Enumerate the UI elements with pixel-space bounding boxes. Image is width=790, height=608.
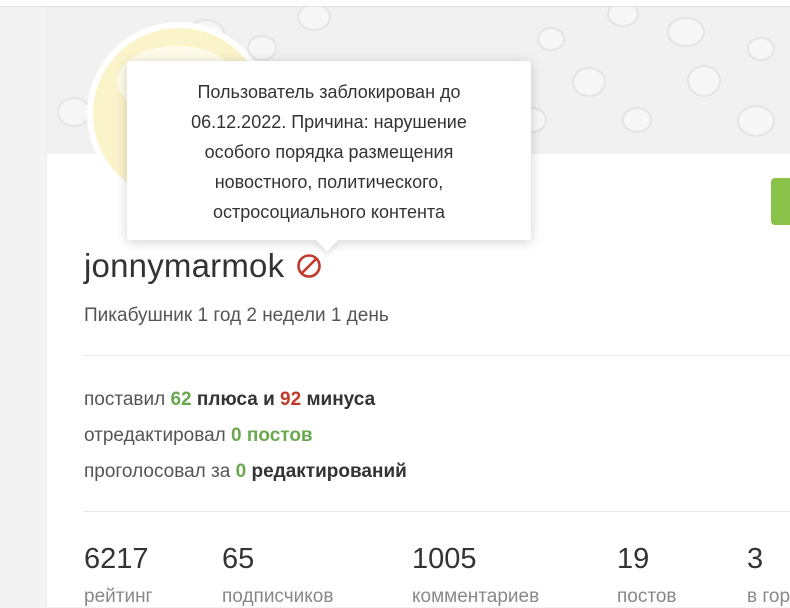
divider <box>84 355 790 356</box>
profile-card: Пользователь заблокирован до 06.12.2022.… <box>46 7 790 607</box>
ban-icon[interactable] <box>296 253 322 279</box>
edited-prefix: отредактировал <box>84 425 232 446</box>
username-row: jonnymarmok <box>84 246 322 286</box>
edited-posts-line: отредактировал 0 постов <box>84 425 313 447</box>
counter-value: 19 <box>617 543 650 575</box>
edited-label[interactable]: постов <box>242 425 313 446</box>
minus-count: 92 <box>280 389 302 410</box>
cover-pattern-shape <box>57 97 91 127</box>
member-since: Пикабушник 1 год 2 недели 1 день <box>84 305 389 326</box>
counter-rating[interactable]: 6217 рейтинг <box>84 542 153 608</box>
votes-prefix: поставил <box>84 389 171 410</box>
plus-count: 62 <box>170 389 192 410</box>
ban-tooltip-line: остросоциального контента <box>213 202 445 222</box>
voted-count: 0 <box>235 461 247 482</box>
edited-count: 0 <box>231 425 242 446</box>
counter-subscribers[interactable]: 65 подписчиков <box>222 542 333 608</box>
subscribe-button[interactable] <box>771 178 790 225</box>
ban-tooltip-line: особого порядка размещения <box>204 142 454 162</box>
divider <box>84 511 790 512</box>
and-word: и <box>257 389 281 410</box>
counter-value: 1005 <box>412 543 477 575</box>
ban-tooltip-line: Пользователь заблокирован до <box>197 82 461 102</box>
counter-label: постов <box>617 586 677 607</box>
ban-tooltip: Пользователь заблокирован до 06.12.2022.… <box>127 61 531 252</box>
cover-pattern-shape <box>667 17 705 47</box>
ban-tooltip-line: новостного, политического, <box>214 172 444 192</box>
counter-value: 6217 <box>84 543 149 575</box>
cover-pattern-shape <box>572 67 606 97</box>
counter-value: 65 <box>222 543 255 575</box>
voted-label: редактирований <box>246 461 407 482</box>
voted-prefix: проголосовал за <box>84 461 236 482</box>
plus-label: плюса <box>191 389 258 410</box>
counter-hot[interactable]: 3 в гор <box>747 542 790 608</box>
cover-pattern-shape <box>297 7 331 31</box>
votes-given-line: поставил 62 плюса и 92 минуса <box>84 389 375 411</box>
cover-pattern-shape <box>687 65 721 97</box>
counter-label: комментариев <box>412 586 540 607</box>
cover-pattern-shape <box>737 105 775 137</box>
counter-posts[interactable]: 19 постов <box>617 542 677 608</box>
counter-label: рейтинг <box>84 586 153 607</box>
username: jonnymarmok <box>84 247 285 284</box>
top-border <box>0 0 790 7</box>
cover-pattern-shape <box>622 107 652 133</box>
cover-pattern-shape <box>537 27 565 51</box>
cover-pattern-shape <box>607 7 639 27</box>
counter-value: 3 <box>747 543 764 575</box>
counter-comments[interactable]: 1005 комментариев <box>412 542 539 608</box>
voted-edits-line: проголосовал за 0 редактирований <box>84 461 407 483</box>
ban-tooltip-line: 06.12.2022. Причина: нарушение <box>191 112 467 132</box>
counter-label: в гор <box>747 586 790 607</box>
minus-label: минуса <box>301 389 376 410</box>
counter-label: подписчиков <box>222 586 334 607</box>
cover-pattern-shape <box>747 37 775 61</box>
